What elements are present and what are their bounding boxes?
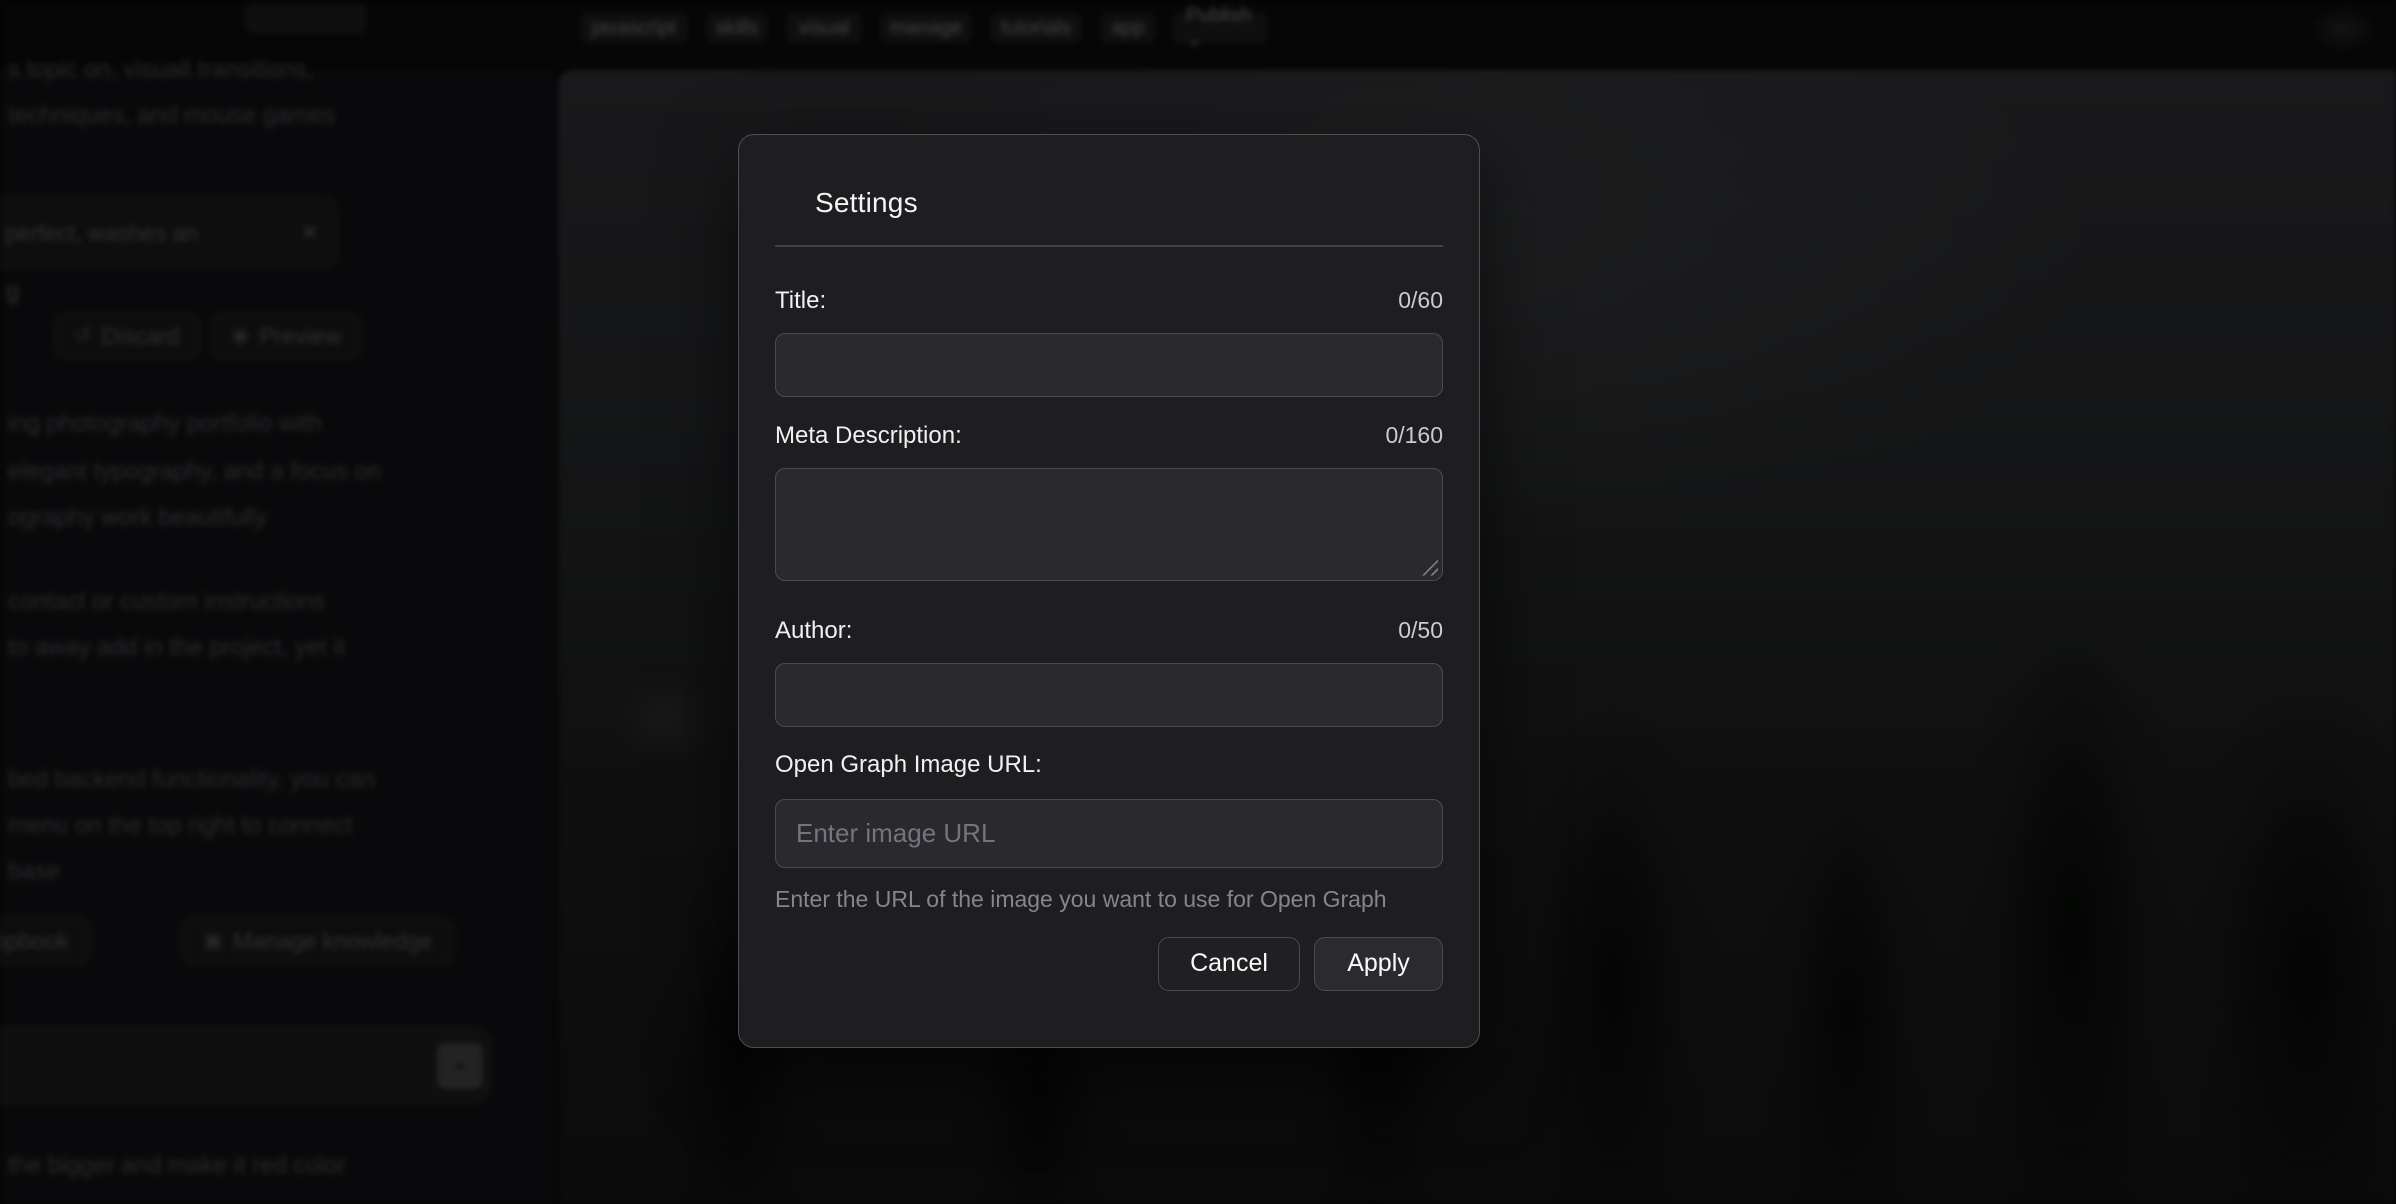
apply-button[interactable]: Apply bbox=[1314, 937, 1443, 991]
meta-description-textarea[interactable] bbox=[775, 468, 1443, 581]
author-input[interactable] bbox=[775, 663, 1443, 727]
dialog-divider bbox=[775, 245, 1443, 247]
cancel-button[interactable]: Cancel bbox=[1158, 937, 1300, 991]
title-input[interactable] bbox=[775, 333, 1443, 397]
title-label: Title: bbox=[775, 287, 826, 315]
og-image-url-input[interactable] bbox=[775, 799, 1443, 868]
meta-description-counter: 0/160 bbox=[1385, 422, 1443, 449]
meta-description-label: Meta Description: bbox=[775, 422, 962, 450]
settings-dialog: Settings Title: 0/60 Meta Description: 0… bbox=[738, 134, 1480, 1048]
author-counter: 0/50 bbox=[1398, 617, 1443, 644]
og-image-url-helper: Enter the URL of the image you want to u… bbox=[775, 886, 1443, 913]
dialog-title: Settings bbox=[815, 187, 1443, 219]
author-label: Author: bbox=[775, 617, 852, 645]
screen: javascript skills visual manage tutorial… bbox=[0, 0, 2396, 1204]
title-counter: 0/60 bbox=[1398, 287, 1443, 314]
og-image-url-label: Open Graph Image URL: bbox=[775, 751, 1042, 779]
